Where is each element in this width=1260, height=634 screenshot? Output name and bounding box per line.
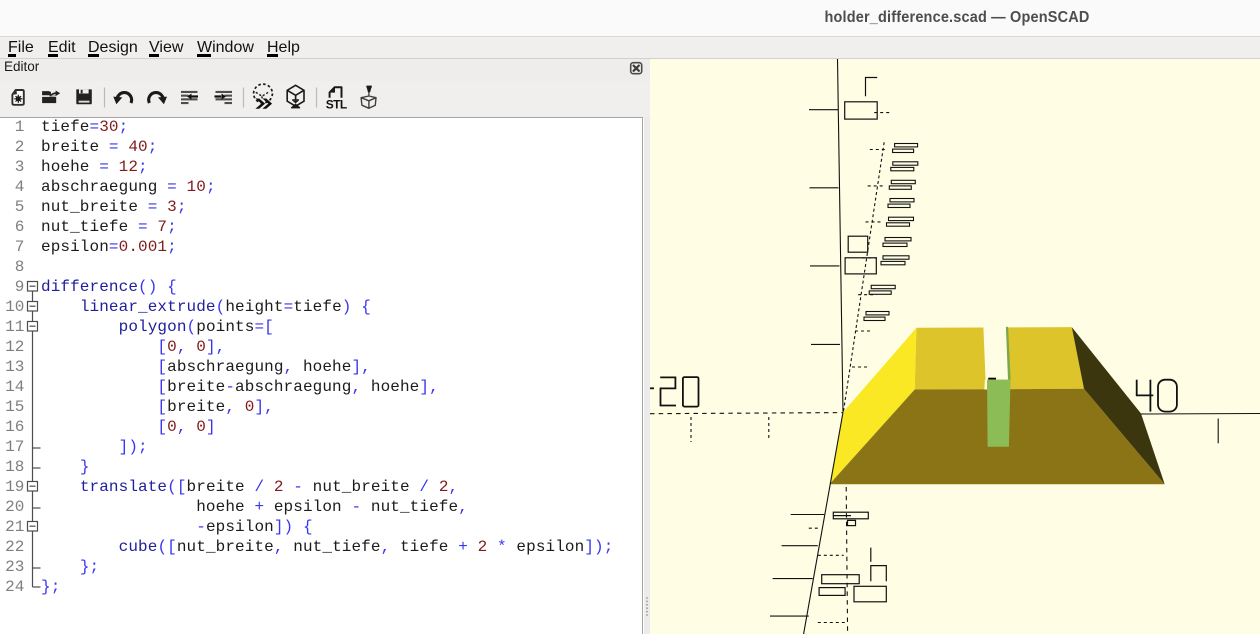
svg-text:STL: STL bbox=[326, 97, 347, 111]
